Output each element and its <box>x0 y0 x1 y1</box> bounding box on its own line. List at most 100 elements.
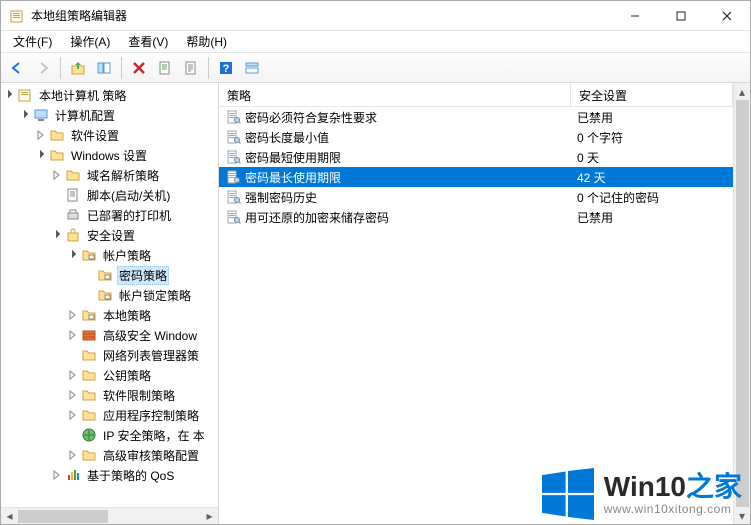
tree-label: IP 安全策略，在 本 <box>101 427 207 444</box>
tree-node-software-settings[interactable]: 软件设置 <box>1 125 218 145</box>
tree-node-qos[interactable]: 基于策略的 QoS <box>1 465 218 485</box>
policy-setting: 已禁用 <box>577 209 613 226</box>
expander-closed-icon[interactable] <box>49 467 65 483</box>
list-row[interactable]: 密码必须符合复杂性要求已禁用 <box>219 107 733 127</box>
scroll-left-icon[interactable]: ◂ <box>1 508 18 525</box>
help-button[interactable]: ? <box>214 56 238 80</box>
tree-node-public-key[interactable]: 公钥策略 <box>1 365 218 385</box>
tree-node-firewall[interactable]: 高级安全 Window <box>1 325 218 345</box>
menu-action[interactable]: 操作(A) <box>62 31 118 52</box>
tree-label: 密码策略 <box>117 266 169 285</box>
tree-node-app-control[interactable]: 应用程序控制策略 <box>1 405 218 425</box>
list-row[interactable]: 密码最长使用期限42 天 <box>219 167 733 187</box>
expander-closed-icon[interactable] <box>65 407 81 423</box>
expander-open-icon[interactable] <box>17 107 33 123</box>
expander-closed-icon[interactable] <box>65 327 81 343</box>
expander-closed-icon[interactable] <box>65 307 81 323</box>
title-bar: 本地组策略编辑器 <box>1 1 750 31</box>
tree-node-local-policies[interactable]: 本地策略 <box>1 305 218 325</box>
tree-label: 域名解析策略 <box>85 167 161 184</box>
column-header-policy[interactable]: 策略 <box>219 83 571 106</box>
export-list-button[interactable] <box>153 56 177 80</box>
tree-node-password-policy[interactable]: 密码策略 <box>1 265 218 285</box>
view-mode-button[interactable] <box>240 56 264 80</box>
policy-name: 强制密码历史 <box>245 189 317 206</box>
tree-node-name-resolution[interactable]: 域名解析策略 <box>1 165 218 185</box>
expander-closed-icon[interactable] <box>65 367 81 383</box>
list-body[interactable]: 密码必须符合复杂性要求已禁用密码长度最小值0 个字符密码最短使用期限0 天密码最… <box>219 107 733 524</box>
expander-closed-icon[interactable] <box>33 127 49 143</box>
policy-setting: 42 天 <box>577 169 606 186</box>
folder-icon <box>81 387 97 403</box>
expander-closed-icon[interactable] <box>65 387 81 403</box>
expander-none <box>81 287 97 303</box>
tree-node-root[interactable]: 本地计算机 策略 <box>1 85 218 105</box>
menu-help[interactable]: 帮助(H) <box>178 31 235 52</box>
minimize-button[interactable] <box>612 1 658 30</box>
folder-icon <box>81 347 97 363</box>
tree-horizontal-scrollbar[interactable]: ◂ ▸ <box>1 507 218 524</box>
column-header-setting-label: 安全设置 <box>579 89 627 103</box>
tree-node-deployed-printers[interactable]: 已部署的打印机 <box>1 205 218 225</box>
tree-node-network-list[interactable]: 网络列表管理器策 <box>1 345 218 365</box>
tree-body[interactable]: 本地计算机 策略 计算机配置 软件设置 Windows 设置 域名解析策 <box>1 83 218 507</box>
tree-node-ipsec[interactable]: IP 安全策略，在 本 <box>1 425 218 445</box>
folder-policy-icon <box>81 307 97 323</box>
tree-label: 基于策略的 QoS <box>85 467 176 484</box>
scroll-track[interactable] <box>18 508 201 525</box>
expander-open-icon[interactable] <box>49 227 65 243</box>
delete-button[interactable] <box>127 56 151 80</box>
list-vertical-scrollbar[interactable]: ▴ ▾ <box>733 83 750 524</box>
folder-icon <box>49 127 65 143</box>
show-hide-tree-button[interactable] <box>92 56 116 80</box>
scroll-thumb[interactable] <box>736 100 749 507</box>
policy-item-icon <box>225 149 241 165</box>
menu-view[interactable]: 查看(V) <box>120 31 176 52</box>
scroll-right-icon[interactable]: ▸ <box>201 508 218 525</box>
tree-node-audit[interactable]: 高级审核策略配置 <box>1 445 218 465</box>
list-row[interactable]: 密码最短使用期限0 天 <box>219 147 733 167</box>
tree-node-computer-config[interactable]: 计算机配置 <box>1 105 218 125</box>
tree-node-account-policies[interactable]: 帐户策略 <box>1 245 218 265</box>
scroll-thumb[interactable] <box>18 510 108 523</box>
tree-label: 帐户锁定策略 <box>117 287 193 304</box>
tree-label: 软件限制策略 <box>101 387 177 404</box>
folder-icon <box>81 407 97 423</box>
expander-none <box>49 187 65 203</box>
tree-label: 计算机配置 <box>53 107 117 124</box>
column-header-setting[interactable]: 安全设置 <box>571 83 733 106</box>
tree-node-lockout-policy[interactable]: 帐户锁定策略 <box>1 285 218 305</box>
tree-node-windows-settings[interactable]: Windows 设置 <box>1 145 218 165</box>
expander-none <box>49 207 65 223</box>
expander-open-icon[interactable] <box>1 87 17 103</box>
tree-node-scripts[interactable]: 脚本(启动/关机) <box>1 185 218 205</box>
back-button[interactable] <box>5 56 29 80</box>
properties-button[interactable] <box>179 56 203 80</box>
expander-closed-icon[interactable] <box>65 447 81 463</box>
printer-icon <box>65 207 81 223</box>
maximize-button[interactable] <box>658 1 704 30</box>
toolbar: ? <box>1 53 750 83</box>
up-level-button[interactable] <box>66 56 90 80</box>
scroll-track[interactable] <box>734 100 750 507</box>
tree-node-security-settings[interactable]: 安全设置 <box>1 225 218 245</box>
expander-closed-icon[interactable] <box>49 167 65 183</box>
policy-root-icon <box>17 87 33 103</box>
tree-label: 高级安全 Window <box>101 327 199 344</box>
expander-open-icon[interactable] <box>65 247 81 263</box>
menu-file[interactable]: 文件(F) <box>5 31 60 52</box>
policy-item-icon <box>225 109 241 125</box>
list-row[interactable]: 密码长度最小值0 个字符 <box>219 127 733 147</box>
tree-node-software-restrict[interactable]: 软件限制策略 <box>1 385 218 405</box>
tree-label: 安全设置 <box>85 227 137 244</box>
expander-open-icon[interactable] <box>33 147 49 163</box>
tree-label: 帐户策略 <box>101 247 153 264</box>
list-row[interactable]: 用可还原的加密来储存密码已禁用 <box>219 207 733 227</box>
scroll-up-icon[interactable]: ▴ <box>734 83 750 100</box>
expander-none <box>65 347 81 363</box>
svg-text:?: ? <box>223 63 230 75</box>
scroll-down-icon[interactable]: ▾ <box>734 507 750 524</box>
policy-name: 密码最短使用期限 <box>245 149 341 166</box>
close-button[interactable] <box>704 1 750 30</box>
list-row[interactable]: 强制密码历史0 个记住的密码 <box>219 187 733 207</box>
